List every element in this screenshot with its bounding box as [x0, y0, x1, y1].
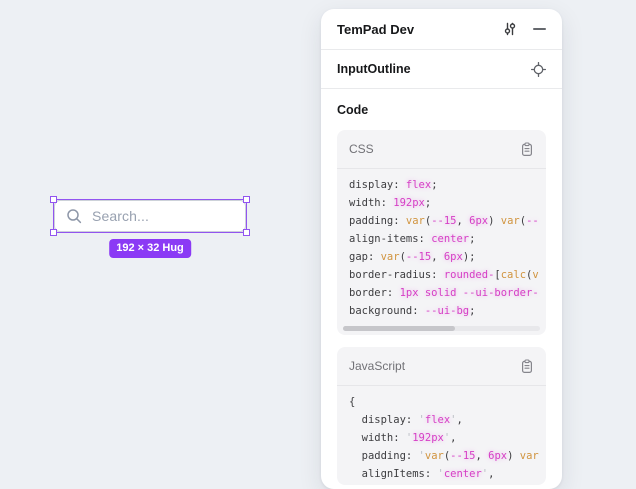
javascript-block-label: JavaScript — [349, 359, 405, 373]
search-placeholder: Search... — [92, 208, 149, 224]
selection-handle-top-left[interactable] — [50, 196, 57, 203]
tempad-dev-plugin-panel: TemPad Dev InputOutline — [321, 9, 562, 489]
size-badge: 192 × 32 Hug — [109, 239, 191, 258]
locate-crosshair-icon[interactable] — [531, 62, 546, 77]
search-icon — [66, 208, 83, 225]
selection-handle-top-right[interactable] — [243, 196, 250, 203]
selection-handle-bottom-left[interactable] — [50, 229, 57, 236]
css-block-label: CSS — [349, 142, 374, 156]
scrollbar-thumb[interactable] — [343, 326, 455, 331]
selected-node-name: InputOutline — [337, 62, 411, 76]
copy-clipboard-icon[interactable] — [520, 359, 534, 374]
selection-handle-bottom-right[interactable] — [243, 229, 250, 236]
selected-component-outline[interactable]: Search... 192 × 32 Hug — [54, 200, 246, 232]
css-horizontal-scrollbar — [337, 322, 546, 335]
css-block-header: CSS — [337, 130, 546, 169]
css-code-block: CSS display: flex;width: 192px;padding: … — [337, 130, 546, 335]
search-input-component[interactable]: Search... — [54, 200, 246, 232]
preferences-sliders-icon[interactable] — [502, 21, 518, 37]
panel-header: TemPad Dev — [321, 9, 562, 50]
copy-clipboard-icon[interactable] — [520, 142, 534, 157]
selected-node-row: InputOutline — [321, 50, 562, 89]
panel-title: TemPad Dev — [337, 22, 414, 37]
javascript-block-header: JavaScript — [337, 347, 546, 386]
javascript-code-block: JavaScript { display: 'flex', width: '19… — [337, 347, 546, 485]
code-section-title: Code — [337, 103, 546, 117]
minimize-icon[interactable] — [533, 28, 546, 30]
css-code[interactable]: display: flex;width: 192px;padding: var(… — [337, 169, 546, 322]
javascript-code[interactable]: { display: 'flex', width: '192px', paddi… — [337, 386, 546, 485]
